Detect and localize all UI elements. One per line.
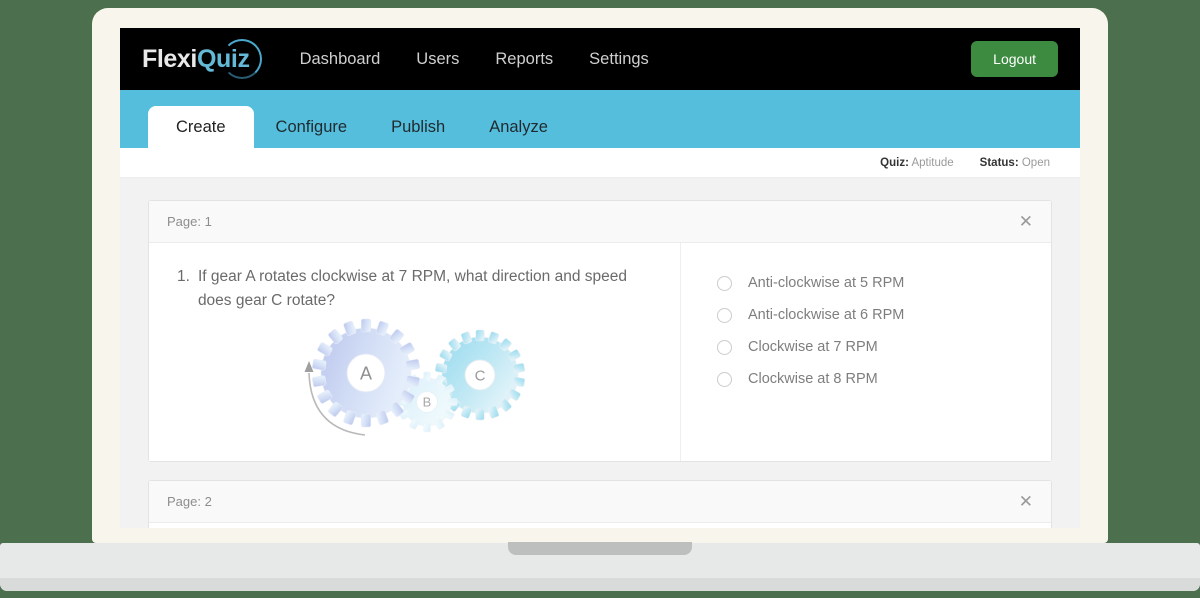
quiz-name-field: Quiz: Aptitude	[880, 157, 954, 169]
page-card-2: Page: 2 ✕	[148, 480, 1052, 528]
nav-link-users[interactable]: Users	[416, 50, 459, 69]
quiz-status-bar: Quiz: Aptitude Status: Open	[120, 148, 1080, 178]
page-2-body	[149, 523, 1051, 528]
close-x-icon[interactable]: ✕	[1019, 493, 1033, 510]
radio-icon[interactable]	[717, 276, 732, 291]
logout-button[interactable]: Logout	[971, 41, 1058, 77]
gear-c-label: C	[474, 368, 485, 385]
workflow-tab-strip: Create Configure Publish Analyze	[120, 90, 1080, 148]
tab-configure[interactable]: Configure	[254, 106, 370, 148]
nav-link-dashboard[interactable]: Dashboard	[300, 50, 381, 69]
quiz-name-label: Quiz:	[880, 157, 909, 169]
nav-link-settings[interactable]: Settings	[589, 50, 649, 69]
radio-icon[interactable]	[717, 308, 732, 323]
gear-b-label: B	[422, 395, 431, 410]
gear-a: A	[311, 319, 419, 427]
radio-icon[interactable]	[717, 340, 732, 355]
answer-option-4-label: Clockwise at 8 RPM	[748, 371, 878, 387]
page-1-label: Page: 1	[167, 214, 212, 229]
question-1-body: 1. If gear A rotates clockwise at 7 RPM,…	[149, 243, 1051, 461]
close-x-icon[interactable]: ✕	[1019, 213, 1033, 230]
laptop-base-lip	[0, 578, 1200, 591]
screen-viewport: Flexi Quiz Dashboard Users Reports Setti…	[120, 28, 1080, 528]
question-1-answer-options: Anti-clockwise at 5 RPM Anti-clockwise a…	[681, 243, 1051, 461]
quiz-status-field: Status: Open	[980, 157, 1050, 169]
question-1-number: 1.	[177, 265, 190, 313]
page-2-label: Page: 2	[167, 494, 212, 509]
nav-link-reports[interactable]: Reports	[495, 50, 553, 69]
question-1-text: If gear A rotates clockwise at 7 RPM, wh…	[198, 265, 656, 313]
main-nav-links: Dashboard Users Reports Settings	[300, 50, 649, 69]
question-1-text-row: 1. If gear A rotates clockwise at 7 RPM,…	[177, 265, 656, 313]
tab-analyze[interactable]: Analyze	[467, 106, 570, 148]
tab-publish[interactable]: Publish	[369, 106, 467, 148]
answer-option-3-label: Clockwise at 7 RPM	[748, 339, 878, 355]
brand-logo-text-primary: Flexi	[142, 45, 197, 74]
gear-diagram-svg: C	[287, 317, 547, 445]
page-card-1: Page: 1 ✕ 1. If gear A rotates clockwise…	[148, 200, 1052, 462]
answer-option-3[interactable]: Clockwise at 7 RPM	[717, 331, 1031, 363]
quiz-builder-workspace: Page: 1 ✕ 1. If gear A rotates clockwise…	[120, 178, 1080, 528]
question-1-prompt-pane: 1. If gear A rotates clockwise at 7 RPM,…	[149, 243, 681, 461]
quiz-name-value: Aptitude	[911, 157, 953, 169]
quiz-status-label: Status:	[980, 157, 1019, 169]
tab-create[interactable]: Create	[148, 106, 254, 148]
answer-option-1[interactable]: Anti-clockwise at 5 RPM	[717, 267, 1031, 299]
top-navigation-bar: Flexi Quiz Dashboard Users Reports Setti…	[120, 28, 1080, 90]
status-badge: Open	[1022, 157, 1050, 169]
gear-diagram: C	[177, 317, 656, 445]
page-card-2-header: Page: 2 ✕	[149, 481, 1051, 523]
answer-option-2[interactable]: Anti-clockwise at 6 RPM	[717, 299, 1031, 331]
answer-option-2-label: Anti-clockwise at 6 RPM	[748, 307, 904, 323]
answer-option-1-label: Anti-clockwise at 5 RPM	[748, 275, 904, 291]
laptop-base-notch	[508, 542, 692, 555]
gear-a-label: A	[359, 364, 371, 384]
page-card-1-header: Page: 1 ✕	[149, 201, 1051, 243]
brand-logo[interactable]: Flexi Quiz	[142, 45, 262, 74]
laptop-frame: Flexi Quiz Dashboard Users Reports Setti…	[92, 8, 1108, 543]
brand-logo-text-secondary: Quiz	[197, 45, 250, 74]
answer-option-4[interactable]: Clockwise at 8 RPM	[717, 363, 1031, 395]
radio-icon[interactable]	[717, 372, 732, 387]
